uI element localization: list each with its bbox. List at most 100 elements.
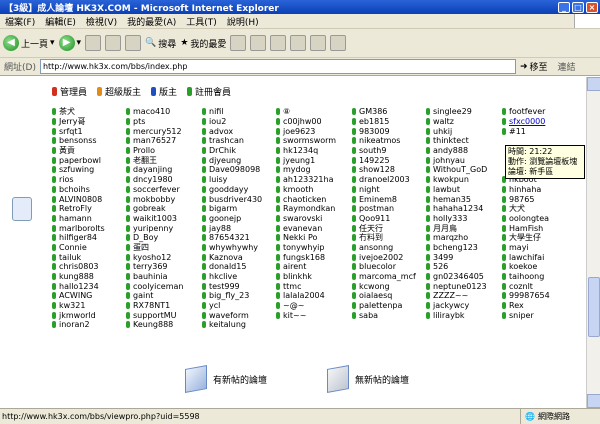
vertical-scrollbar[interactable] (586, 77, 600, 408)
online-user[interactable]: eb1815 (352, 117, 426, 127)
online-user[interactable]: johnyau (426, 155, 502, 165)
go-button[interactable]: ➜ 移至 (520, 60, 548, 74)
address-input[interactable]: http://www.hk3x.com/bbs/index.php (39, 59, 516, 74)
online-user[interactable]: heman35 (426, 194, 502, 204)
online-user[interactable]: kit~~ (276, 310, 352, 320)
online-user[interactable]: Eminem8 (352, 194, 426, 204)
online-user[interactable]: dayanjing (126, 165, 202, 175)
menu-help[interactable]: 說明(H) (222, 15, 264, 28)
minimize-button[interactable]: _ (558, 1, 570, 13)
online-user[interactable]: joe9623 (276, 126, 352, 136)
online-user[interactable]: nikeatmos (352, 136, 426, 146)
online-user[interactable]: djyeung (202, 155, 276, 165)
online-user[interactable]: goonejp (202, 214, 276, 224)
favorites-button[interactable]: ★ 我的最愛 (180, 37, 226, 50)
online-user[interactable]: Connie (52, 243, 126, 253)
online-user[interactable]: 大學生仔 (502, 233, 576, 243)
online-user[interactable]: busdriver430 (202, 194, 276, 204)
online-user[interactable]: 大犬 (502, 204, 576, 214)
back-button[interactable]: ◀ 上一頁 ▾ (3, 35, 55, 51)
home-icon[interactable] (125, 35, 142, 51)
online-user[interactable]: kcwong (352, 281, 426, 291)
online-user[interactable]: jkmworld (52, 310, 126, 320)
online-user[interactable]: maco410 (126, 107, 202, 117)
online-user[interactable]: pts (126, 117, 202, 127)
online-user[interactable]: 冇料到 (352, 233, 426, 243)
online-user[interactable]: lawchifai (502, 252, 576, 262)
online-user[interactable]: jyeung1 (276, 155, 352, 165)
online-user[interactable]: bchoihs (52, 185, 126, 195)
online-user[interactable]: ansonng (352, 243, 426, 253)
online-user[interactable]: mayi (502, 243, 576, 253)
online-user[interactable]: supportMU (126, 310, 202, 320)
online-user[interactable]: ycl (202, 301, 276, 311)
menu-file[interactable]: 檔案(F) (0, 15, 40, 28)
menu-view[interactable]: 檢視(V) (81, 15, 122, 28)
online-user[interactable]: inoran2 (52, 320, 126, 330)
online-user[interactable]: dncy1980 (126, 175, 202, 185)
online-user[interactable]: jay88 (202, 223, 276, 233)
online-user[interactable]: waltz (426, 117, 502, 127)
online-user[interactable]: ttmc (276, 281, 352, 291)
scroll-down-button[interactable] (587, 394, 600, 408)
online-user[interactable]: hallo1234 (52, 281, 126, 291)
online-user[interactable]: rios (52, 175, 126, 185)
online-user[interactable]: south9 (352, 146, 426, 156)
online-user[interactable]: thinktect (426, 136, 502, 146)
online-user[interactable]: fungsk168 (276, 252, 352, 262)
online-user[interactable]: donald15 (202, 262, 276, 272)
history-icon[interactable] (230, 35, 247, 51)
online-user[interactable]: airent (276, 262, 352, 272)
online-user[interactable]: sniper (502, 310, 576, 320)
online-user[interactable]: bluecolor (352, 262, 426, 272)
online-user[interactable]: footfever (502, 107, 576, 117)
online-user[interactable]: bcheng123 (426, 243, 502, 253)
online-user[interactable]: swormsworm (276, 136, 352, 146)
online-user[interactable]: evanevan (276, 223, 352, 233)
online-user[interactable]: waveform (202, 310, 276, 320)
online-user[interactable]: saba (352, 310, 426, 320)
online-user[interactable]: ah123321ha (276, 175, 352, 185)
online-user[interactable]: hk1234q (276, 146, 352, 156)
online-user[interactable]: swarovski (276, 214, 352, 224)
online-user[interactable]: RetroFly (52, 204, 126, 214)
online-user[interactable]: nifil (202, 107, 276, 117)
online-user[interactable]: ALVIN0808 (52, 194, 126, 204)
online-user[interactable]: GM386 (352, 107, 426, 117)
online-user[interactable]: #11 (502, 126, 576, 136)
online-user[interactable]: oialaesq (352, 291, 426, 301)
online-user[interactable]: kwokpun (426, 175, 502, 185)
online-user[interactable]: hinhaha (502, 185, 576, 195)
online-user[interactable]: show128 (352, 165, 426, 175)
online-user[interactable]: keitalung (202, 320, 276, 330)
discuss-icon[interactable] (310, 35, 327, 51)
online-user[interactable]: trashcan (202, 136, 276, 146)
online-user[interactable]: ZZZZ~~ (426, 291, 502, 301)
online-user[interactable]: 87654321 (202, 233, 276, 243)
online-user[interactable]: gn02346405 (426, 272, 502, 282)
online-user[interactable]: koekoe (502, 262, 576, 272)
online-user[interactable]: advox (202, 126, 276, 136)
online-user[interactable]: Nekki Po (276, 233, 352, 243)
online-user[interactable]: hilfiger84 (52, 233, 126, 243)
online-user[interactable]: marqzho (426, 233, 502, 243)
online-user[interactable]: terry369 (126, 262, 202, 272)
online-user[interactable]: RX78NT1 (126, 301, 202, 311)
online-user[interactable]: iou2 (202, 117, 276, 127)
online-user[interactable]: gooddayy (202, 185, 276, 195)
online-user[interactable]: hamann (52, 214, 126, 224)
scroll-thumb[interactable] (588, 277, 600, 337)
online-user[interactable]: waikit1003 (126, 214, 202, 224)
print-icon[interactable] (270, 35, 287, 51)
refresh-icon[interactable] (105, 35, 122, 51)
online-user[interactable]: Dave098098 (202, 165, 276, 175)
scroll-up-button[interactable] (587, 77, 600, 91)
online-user[interactable]: whywhywhy (202, 243, 276, 253)
online-user[interactable]: sfxc0000 (502, 117, 576, 127)
online-user[interactable]: kmooth (276, 185, 352, 195)
online-user[interactable]: mokbobby (126, 194, 202, 204)
online-user[interactable]: kyosho12 (126, 252, 202, 262)
links-button[interactable]: 連結 (558, 60, 576, 73)
online-user[interactable]: lawbut (426, 185, 502, 195)
online-user[interactable]: hahaha1234 (426, 204, 502, 214)
